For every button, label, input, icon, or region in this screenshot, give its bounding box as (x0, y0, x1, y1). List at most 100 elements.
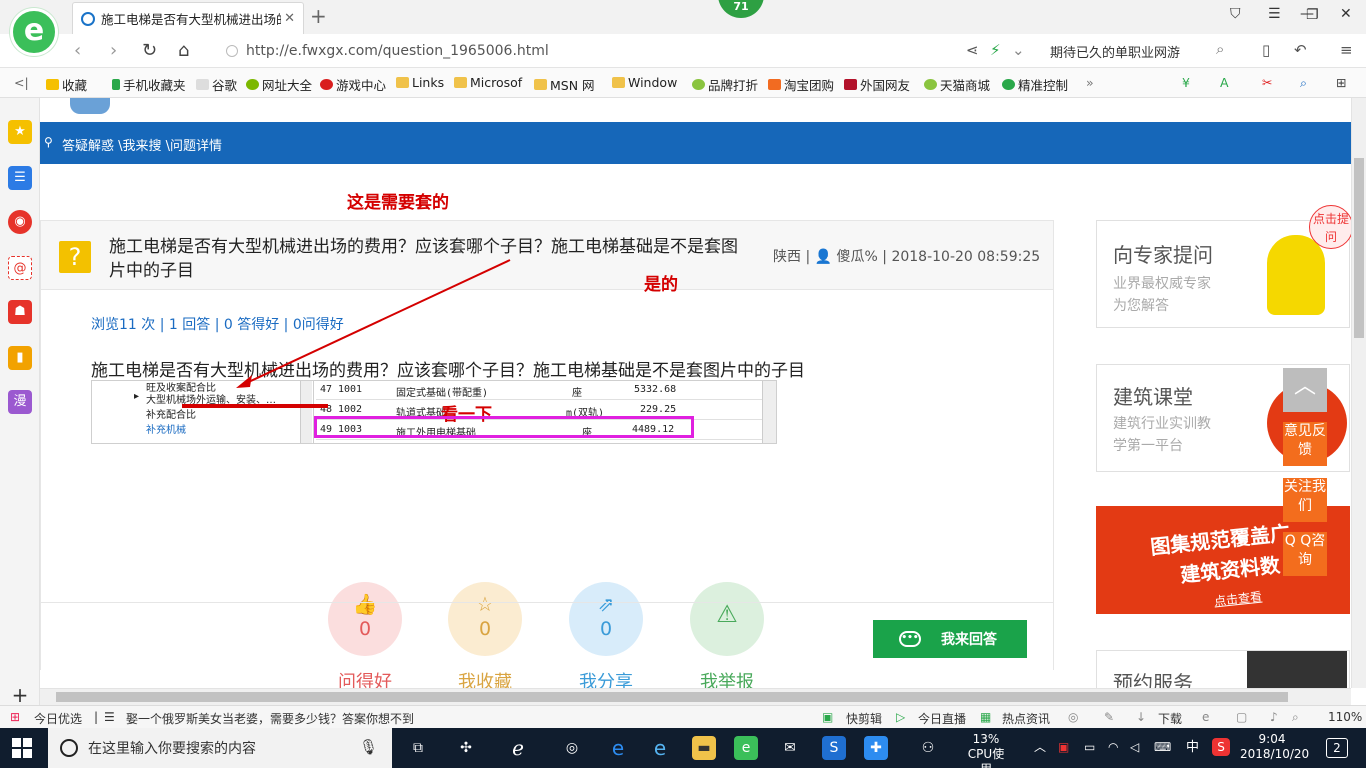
vertical-scrollbar[interactable] (1351, 98, 1366, 688)
green-browser-icon[interactable]: e (734, 736, 758, 760)
translate-icon[interactable]: A (1220, 75, 1229, 90)
people-icon[interactable]: ⚇ (916, 736, 940, 760)
new-tab-button[interactable]: + (310, 4, 327, 28)
site-info-icon[interactable] (226, 45, 238, 57)
tray-expand-icon[interactable]: ︿ (1034, 740, 1046, 755)
menu-icon[interactable]: ☰ (1268, 6, 1281, 22)
bookmark-tmall[interactable]: 天猫商城 (924, 75, 990, 94)
windows-start-icon[interactable] (12, 738, 32, 758)
microphone-icon[interactable]: 🎙 (359, 738, 378, 756)
bookmark-microsoft[interactable]: Microsof (454, 75, 522, 90)
status-live[interactable]: 今日直播 (918, 710, 966, 727)
ime-indicator[interactable]: 中 (1186, 740, 1199, 755)
mail-icon[interactable]: @ (8, 256, 32, 280)
sogou-icon[interactable]: S (1212, 738, 1230, 756)
spiral-app-icon[interactable]: ◎ (560, 736, 584, 760)
status-download[interactable]: 下载 (1158, 710, 1182, 727)
mute-icon[interactable]: ♪ (1270, 710, 1278, 724)
answer-button[interactable]: ••• 我来回答 (873, 620, 1027, 658)
action-share[interactable]: ⇗ 0 我分享 (568, 582, 644, 688)
lightning-icon[interactable]: ⚡ (990, 41, 1001, 59)
home-icon[interactable]: ⌂ (178, 40, 189, 61)
bookmark-games[interactable]: 游戏中心 (320, 75, 386, 94)
undo-icon[interactable]: ↶ (1294, 41, 1307, 59)
more-bookmarks-icon[interactable]: » (1086, 75, 1094, 90)
yen-icon[interactable]: ¥ (1182, 75, 1190, 90)
bookmark-links[interactable]: Links (396, 75, 444, 90)
float-qq[interactable]: Q Q咨询 (1283, 532, 1327, 576)
bookmark-portal[interactable]: 网址大全 (246, 75, 312, 94)
game-controller-icon[interactable]: ☗ (8, 300, 32, 324)
scroll-thumb[interactable] (1354, 158, 1364, 338)
action-report[interactable]: ⚠ 我举报 (689, 582, 765, 688)
accelerate-icon[interactable]: ◎ (1068, 710, 1078, 724)
window-icon[interactable]: ▢ (1236, 710, 1247, 724)
ie-mode-icon[interactable]: e (1202, 710, 1209, 724)
pinwheel-app-icon[interactable]: ✣ (454, 736, 478, 760)
back-icon[interactable]: ‹ (74, 40, 81, 61)
bookmark-taobao[interactable]: 淘宝团购 (768, 75, 834, 94)
tab-close-icon[interactable]: ✕ (284, 11, 295, 26)
notification-badge[interactable]: 71 (718, 0, 764, 18)
bookmark-precision[interactable]: 精准控制 (1002, 75, 1068, 94)
news-ticker[interactable]: 娶一个俄罗斯美女当老婆，需要多少钱？答案你想不到 (126, 710, 414, 727)
search-field[interactable]: 期待已久的单职业网游 (1050, 42, 1180, 61)
file-explorer-icon[interactable]: ▬ (692, 736, 716, 760)
battery-icon[interactable]: ▭ (1084, 740, 1095, 755)
expert-card[interactable]: 向专家提问 业界最权威专家 为您解答 点击提问 (1096, 205, 1351, 328)
edge-icon[interactable]: e (606, 736, 630, 760)
forward-icon[interactable]: › (110, 40, 117, 61)
browser-tab[interactable]: 施工电梯是否有大型机械进出场的 ✕ (72, 2, 304, 34)
cpu-monitor[interactable]: 13% CPU使用 (964, 732, 1008, 768)
comic-icon[interactable]: 漫 (8, 390, 32, 414)
zoom-level[interactable]: 110% (1328, 710, 1362, 724)
bookmark-windows[interactable]: Window (612, 75, 677, 90)
apps-grid-icon[interactable]: ⊞ (1336, 75, 1346, 90)
action-favorite[interactable]: ☆ 0 我收藏 (447, 582, 523, 688)
scissors-icon[interactable]: ✂ (1262, 75, 1272, 90)
clock[interactable]: 9:04 2018/10/20 (1240, 732, 1309, 762)
browser-e-icon[interactable]: ℯ (506, 736, 530, 760)
back-to-top-button[interactable]: ︿ (1283, 368, 1327, 412)
today-picks[interactable]: 今日优选 (34, 710, 82, 727)
pin-icon[interactable]: ✎ (1104, 710, 1114, 724)
refresh-icon[interactable]: ↻ (142, 40, 157, 61)
task-view-icon[interactable]: ⧉ (406, 736, 430, 760)
shirt-skin-icon[interactable]: ⛉ (1230, 6, 1241, 22)
float-follow[interactable]: 关注我们 (1283, 478, 1327, 522)
float-feedback[interactable]: 意见反馈 (1283, 422, 1327, 466)
url-dropdown-icon[interactable]: ⌄ (1012, 41, 1025, 59)
booking-card[interactable]: 预约服务 (1096, 650, 1350, 688)
bookmark-msn[interactable]: MSN 网 (534, 75, 595, 94)
book-icon[interactable]: ▮ (8, 346, 32, 370)
bookmark-favorites[interactable]: 收藏 (46, 75, 87, 94)
volume-icon[interactable]: ◁ (1130, 740, 1139, 755)
browser-logo[interactable]: e (10, 8, 58, 56)
ie-icon[interactable]: e (648, 736, 672, 760)
close-window-button[interactable]: ✕ (1340, 6, 1352, 22)
scroll-thumb[interactable] (56, 692, 1288, 702)
gift-tray-icon[interactable]: ▣ (1058, 740, 1069, 755)
bookmark-collapse-icon[interactable]: <| (14, 75, 29, 90)
more-icon[interactable]: ≡ (1340, 41, 1353, 59)
tablet-icon[interactable]: ▯ (1262, 41, 1270, 59)
bookmark-google[interactable]: 谷歌 (196, 75, 237, 94)
banner-link[interactable]: 点击查看 (1213, 588, 1263, 610)
favorites-star-icon[interactable]: ★ (8, 120, 32, 144)
share-icon[interactable]: ⋖ (966, 41, 979, 59)
sidebar-add-icon[interactable]: + (0, 683, 40, 707)
bookmark-foreign[interactable]: 外国网友 (844, 75, 910, 94)
horizontal-scrollbar[interactable] (40, 688, 1351, 705)
plus-app-icon[interactable]: ✚ (864, 736, 888, 760)
blue-s-app-icon[interactable]: S (822, 736, 846, 760)
news-list-icon[interactable]: ☰ (8, 166, 32, 190)
restore-button[interactable]: ❐ (1306, 7, 1319, 23)
search-icon[interactable]: ⌕ (1216, 40, 1224, 58)
magnifier-icon[interactable]: ⌕ (1300, 75, 1307, 91)
bookmark-brand-sale[interactable]: 品牌打折 (692, 75, 758, 94)
taskbar-search[interactable]: 在这里输入你要搜索的内容 🎙 (48, 728, 392, 768)
bookmark-mobile[interactable]: 手机收藏夹 (112, 75, 186, 94)
mail-icon[interactable]: ✉ (778, 736, 802, 760)
status-hot-news[interactable]: 热点资讯 (1002, 710, 1050, 727)
action-good-question[interactable]: 👍 0 问得好 (327, 582, 403, 688)
